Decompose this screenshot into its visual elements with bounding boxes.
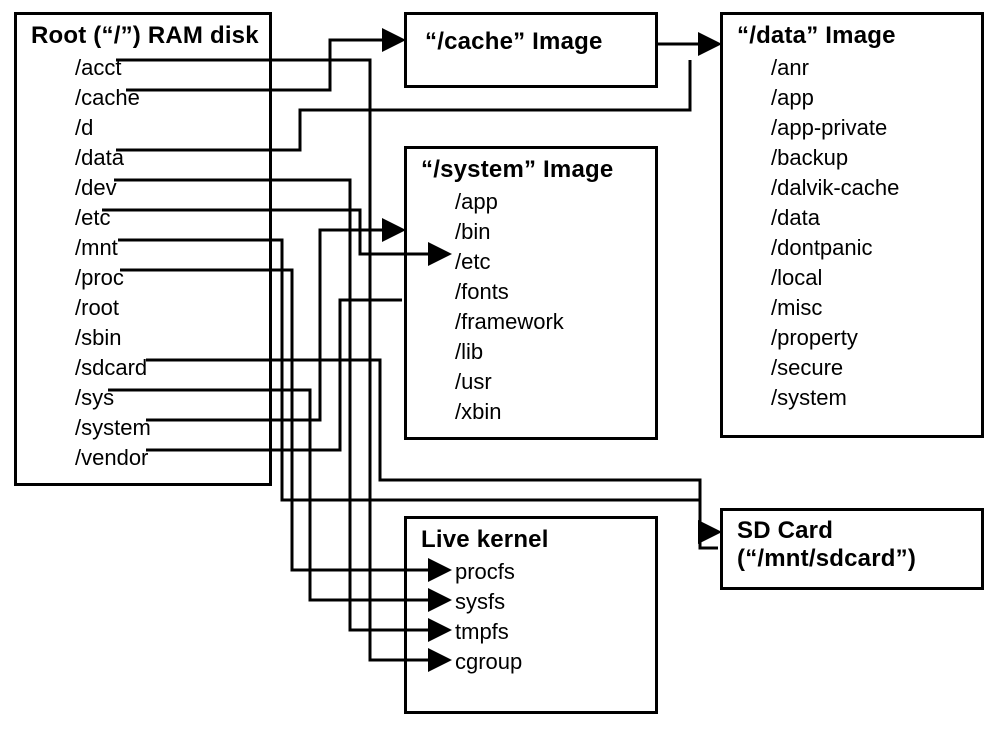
system-item: /xbin: [455, 397, 645, 427]
kernel-item-list: procfs sysfs tmpfs cgroup: [421, 557, 645, 677]
data-item-list: /anr /app /app-private /backup /dalvik-c…: [737, 53, 971, 413]
data-item: /app: [771, 83, 971, 113]
live-kernel-box: Live kernel procfs sysfs tmpfs cgroup: [404, 516, 658, 714]
cache-title: “/cache” Image: [421, 21, 645, 57]
cache-image-box: “/cache” Image: [404, 12, 658, 88]
sd-card-box: SD Card (“/mnt/sdcard”): [720, 508, 984, 590]
root-item: /proc: [75, 263, 259, 293]
root-item: /dev: [75, 173, 259, 203]
data-item: /dontpanic: [771, 233, 971, 263]
data-item: /property: [771, 323, 971, 353]
sd-title-2: (“/mnt/sdcard”): [737, 545, 971, 573]
data-item: /secure: [771, 353, 971, 383]
system-image-box: “/system” Image /app /bin /etc /fonts /f…: [404, 146, 658, 440]
kernel-item: cgroup: [455, 647, 645, 677]
kernel-item: procfs: [455, 557, 645, 587]
root-ramdisk-box: Root (“/”) RAM disk /acct /cache /d /dat…: [14, 12, 272, 486]
system-item: /fonts: [455, 277, 645, 307]
sd-title-1: SD Card: [737, 517, 971, 545]
root-item-list: /acct /cache /d /data /dev /etc /mnt /pr…: [31, 53, 259, 473]
root-item: /sdcard: [75, 353, 259, 383]
root-item: /data: [75, 143, 259, 173]
root-title: Root (“/”) RAM disk: [31, 21, 259, 51]
kernel-title: Live kernel: [421, 525, 645, 555]
root-item: /vendor: [75, 443, 259, 473]
diagram-canvas: Root (“/”) RAM disk /acct /cache /d /dat…: [0, 0, 1000, 732]
system-item: /bin: [455, 217, 645, 247]
data-item: /dalvik-cache: [771, 173, 971, 203]
data-image-box: “/data” Image /anr /app /app-private /ba…: [720, 12, 984, 438]
root-item: /d: [75, 113, 259, 143]
system-item: /app: [455, 187, 645, 217]
data-item: /app-private: [771, 113, 971, 143]
root-item: /etc: [75, 203, 259, 233]
root-item: /mnt: [75, 233, 259, 263]
kernel-item: tmpfs: [455, 617, 645, 647]
root-item: /cache: [75, 83, 259, 113]
data-item: /backup: [771, 143, 971, 173]
root-item: /acct: [75, 53, 259, 83]
root-item: /sys: [75, 383, 259, 413]
root-item: /system: [75, 413, 259, 443]
data-item: /misc: [771, 293, 971, 323]
data-item: /data: [771, 203, 971, 233]
system-item: /usr: [455, 367, 645, 397]
system-item: /lib: [455, 337, 645, 367]
root-item: /sbin: [75, 323, 259, 353]
system-item: /etc: [455, 247, 645, 277]
data-item: /local: [771, 263, 971, 293]
data-item: /system: [771, 383, 971, 413]
root-item: /root: [75, 293, 259, 323]
data-item: /anr: [771, 53, 971, 83]
kernel-item: sysfs: [455, 587, 645, 617]
system-item: /framework: [455, 307, 645, 337]
system-title: “/system” Image: [421, 155, 645, 185]
system-item-list: /app /bin /etc /fonts /framework /lib /u…: [421, 187, 645, 427]
data-title: “/data” Image: [737, 21, 971, 51]
